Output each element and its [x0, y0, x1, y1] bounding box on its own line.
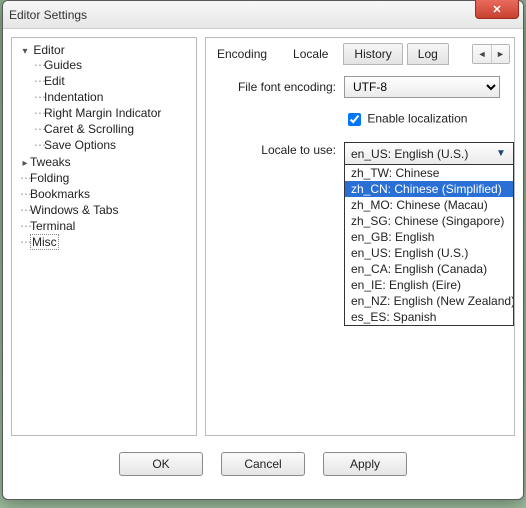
content-tabs: Encoding Locale History Log ◄ ► — [206, 38, 514, 66]
ok-button[interactable]: OK — [119, 452, 203, 476]
chevron-down-icon: ▼ — [493, 148, 509, 159]
locale-option[interactable]: zh_CN: Chinese (Simplified) — [345, 181, 513, 197]
locale-option[interactable]: en_NZ: English (New Zealand) — [345, 293, 513, 309]
content-pane: Encoding Locale History Log ◄ ► File fon… — [205, 37, 515, 436]
locale-select-value: en_US: English (U.S.) — [351, 147, 468, 161]
locale-option[interactable]: zh_TW: Chinese — [345, 165, 513, 181]
cancel-button[interactable]: Cancel — [221, 452, 305, 476]
settings-tree[interactable]: ▾ Editor ⋯Guides ⋯Edit ⋯Indentation ⋯Rig… — [11, 37, 197, 436]
locale-option[interactable]: es_ES: Spanish — [345, 309, 513, 325]
tree-node-right-margin[interactable]: Right Margin Indicator — [44, 106, 161, 120]
window-title: Editor Settings — [9, 8, 87, 22]
tab-log[interactable]: Log — [407, 43, 449, 65]
locale-option[interactable]: zh_MO: Chinese (Macau) — [345, 197, 513, 213]
tree-node-caret-scrolling[interactable]: Caret & Scrolling — [44, 122, 134, 136]
tree-node-indentation[interactable]: Indentation — [44, 90, 103, 104]
tree-node-folding[interactable]: Folding — [30, 171, 69, 185]
enable-localization-label: Enable localization — [367, 112, 467, 126]
locale-label: Locale to use: — [220, 143, 336, 157]
tab-encoding[interactable]: Encoding — [212, 43, 278, 65]
tree-node-misc[interactable]: Misc — [30, 234, 59, 250]
dialog-window: Editor Settings ✕ ▾ Editor ⋯Guides ⋯Edit… — [2, 0, 524, 500]
tree-toggle-editor[interactable]: ▾ — [20, 46, 30, 57]
locale-option[interactable]: en_CA: English (Canada) — [345, 261, 513, 277]
tree-node-guides[interactable]: Guides — [44, 58, 82, 72]
tab-nav-arrows: ◄ ► — [472, 44, 510, 64]
enable-localization-checkbox[interactable] — [348, 113, 361, 126]
tree-toggle-tweaks[interactable]: ▸ — [20, 158, 30, 169]
tree-node-edit[interactable]: Edit — [44, 74, 65, 88]
tree-node-bookmarks[interactable]: Bookmarks — [30, 187, 90, 201]
apply-button[interactable]: Apply — [323, 452, 407, 476]
tab-nav-prev[interactable]: ◄ — [473, 45, 491, 63]
tab-locale[interactable]: Locale — [282, 43, 339, 65]
tab-nav-next[interactable]: ► — [491, 45, 509, 63]
tree-node-windows-tabs[interactable]: Windows & Tabs — [30, 203, 118, 217]
locale-dropdown[interactable]: en_US: English (U.S.) ▼ zh_TW: Chinese z… — [344, 142, 514, 326]
locale-select-trigger[interactable]: en_US: English (U.S.) ▼ — [345, 143, 513, 165]
titlebar: Editor Settings ✕ — [3, 1, 523, 29]
locale-option[interactable]: en_IE: English (Eire) — [345, 277, 513, 293]
tab-history[interactable]: History — [343, 43, 402, 65]
locale-option[interactable]: zh_SG: Chinese (Singapore) — [345, 213, 513, 229]
tree-node-tweaks[interactable]: Tweaks — [30, 155, 71, 169]
tree-node-save-options[interactable]: Save Options — [44, 138, 116, 152]
encoding-select[interactable]: UTF-8 — [344, 76, 500, 98]
encoding-label: File font encoding: — [220, 80, 336, 94]
tree-node-terminal[interactable]: Terminal — [30, 219, 75, 233]
locale-option[interactable]: en_GB: English — [345, 229, 513, 245]
close-button[interactable]: ✕ — [475, 0, 519, 19]
close-icon: ✕ — [492, 3, 501, 16]
dialog-buttons: OK Cancel Apply — [3, 444, 523, 488]
locale-options-list: zh_TW: Chinese zh_CN: Chinese (Simplifie… — [345, 165, 513, 325]
locale-option[interactable]: en_US: English (U.S.) — [345, 245, 513, 261]
tree-node-editor[interactable]: Editor — [33, 43, 64, 57]
